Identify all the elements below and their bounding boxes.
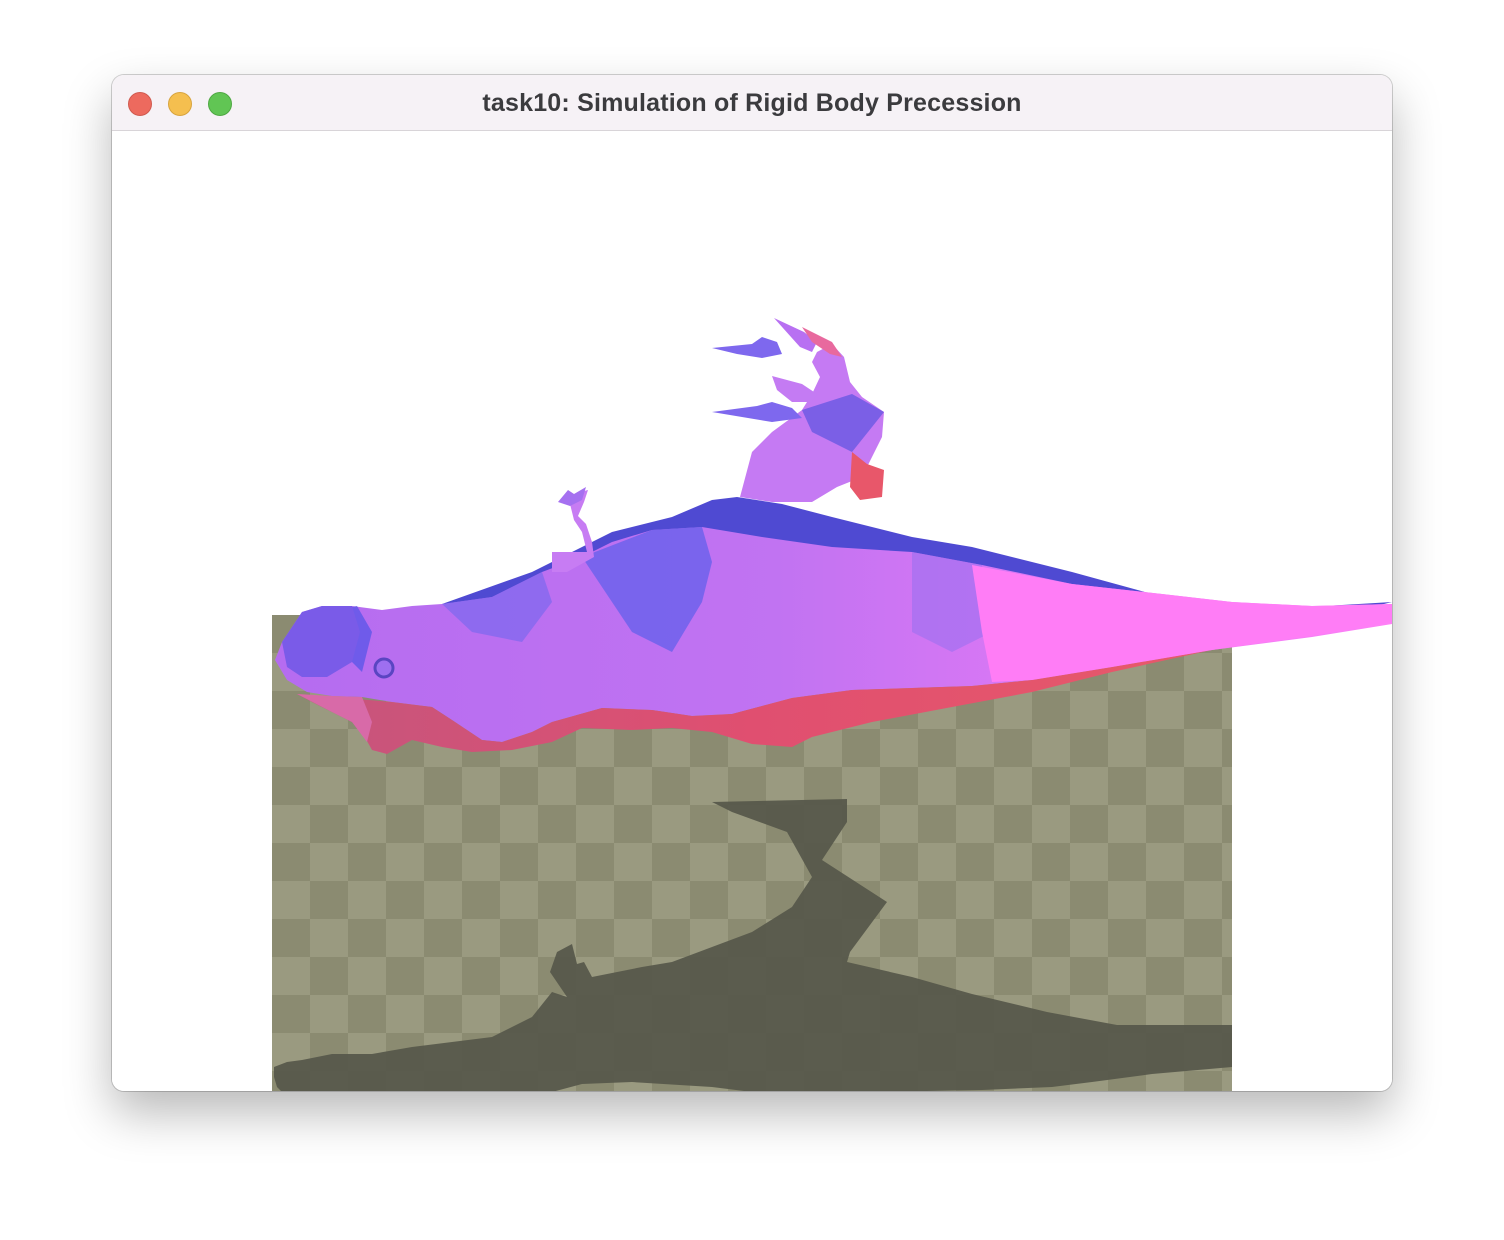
model-toe-1 [712,337,782,358]
model-toe-3 [772,376,817,402]
window-title: task10: Simulation of Rigid Body Precess… [482,89,1022,117]
model-eye [373,657,395,679]
scene-canvas [272,318,1392,1091]
opengl-viewport[interactable] [112,132,1392,1091]
app-window: task10: Simulation of Rigid Body Precess… [112,75,1392,1091]
model-toe-2 [712,402,802,422]
title-bar[interactable]: task10: Simulation of Rigid Body Precess… [112,75,1392,131]
